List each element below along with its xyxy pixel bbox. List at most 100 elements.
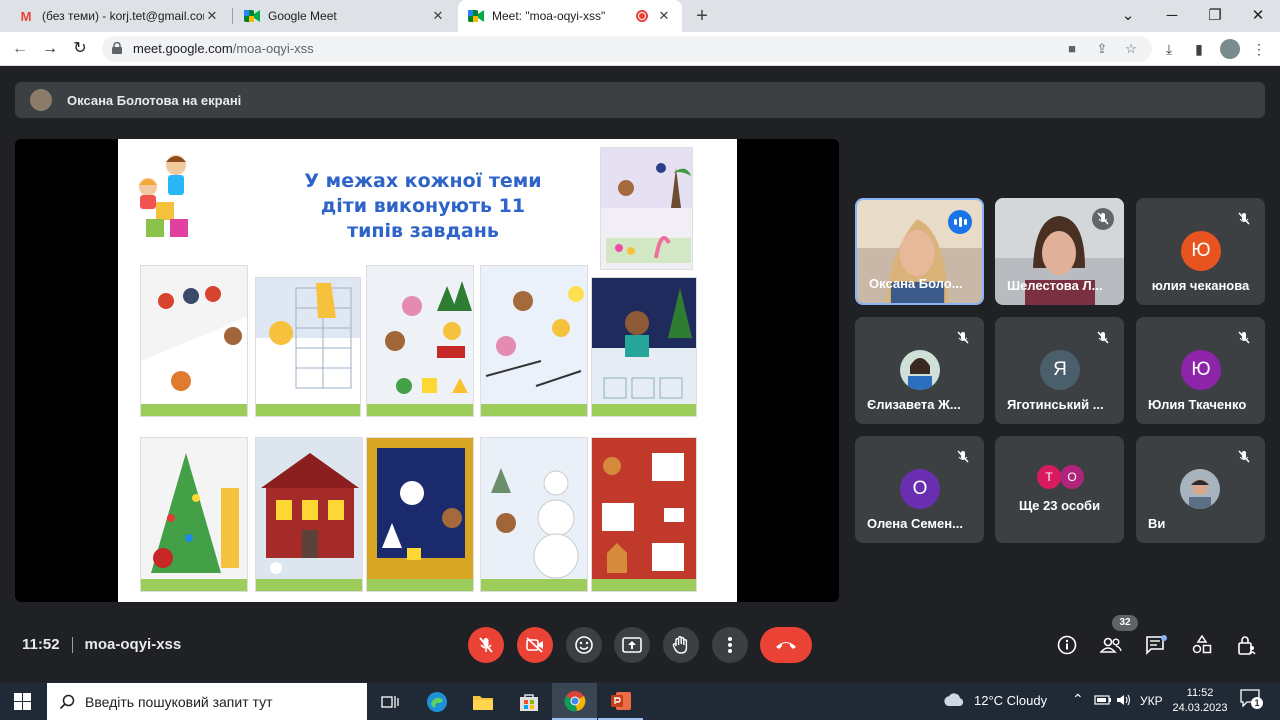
more-vert-icon: [728, 637, 732, 653]
search-icon: [59, 694, 75, 709]
presenter-label: Оксана Болотова на екрані: [67, 92, 242, 108]
maximize-button[interactable]: ❐: [1193, 0, 1237, 32]
taskbar-chrome[interactable]: [552, 683, 597, 720]
side-panel-icon[interactable]: ▮: [1190, 40, 1208, 58]
presenter-banner: Оксана Болотова на екрані: [15, 82, 1265, 118]
notification-count-badge: 1: [1251, 697, 1263, 709]
forward-icon[interactable]: →: [38, 37, 62, 61]
participant-avatar: [1180, 469, 1220, 509]
participant-avatar: Ю: [1181, 350, 1221, 390]
participant-name: Єлизавета Ж...: [867, 397, 961, 412]
taskbar-search-box[interactable]: Введіть пошуковий запит тут: [47, 683, 367, 720]
more-participants-label: Ще 23 особи: [1018, 498, 1101, 513]
worksheet-thumbnail: [591, 437, 697, 592]
worksheet-thumbnail: [480, 265, 588, 417]
participant-tile[interactable]: О Олена Семен...: [855, 436, 984, 543]
tab-google-meet[interactable]: Google Meet ✕: [234, 0, 456, 32]
taskbar-powerpoint[interactable]: [598, 683, 643, 720]
raise-hand-button[interactable]: [663, 627, 699, 663]
tab-search-icon[interactable]: ⌄: [1106, 0, 1150, 32]
camera-toggle-button[interactable]: [517, 627, 553, 663]
menu-dots-icon[interactable]: ⋮: [1250, 40, 1268, 58]
leave-call-button[interactable]: [760, 627, 812, 663]
reload-icon[interactable]: ↻: [68, 37, 92, 61]
minimize-button[interactable]: ─: [1150, 0, 1194, 32]
reactions-button[interactable]: [566, 627, 602, 663]
camera-off-icon: [526, 637, 543, 653]
new-tab-button[interactable]: +: [690, 4, 714, 28]
worksheet-thumbnail: [366, 265, 474, 417]
mic-off-icon: [1092, 208, 1114, 230]
presenter-avatar: [30, 89, 52, 111]
participant-tile[interactable]: Шелестова Л...: [995, 198, 1124, 305]
start-button[interactable]: [0, 683, 45, 720]
microphone-toggle-button[interactable]: [468, 627, 504, 663]
participant-tile[interactable]: Я Яготинський ...: [995, 317, 1124, 424]
host-controls-button[interactable]: [1235, 633, 1259, 657]
close-icon[interactable]: ✕: [204, 8, 220, 24]
present-screen-button[interactable]: [614, 627, 650, 663]
gmail-icon: M: [20, 8, 32, 24]
participant-avatar: Ю: [1181, 231, 1221, 271]
chevron-up-icon[interactable]: ⌃: [1072, 691, 1084, 708]
hand-icon: [672, 636, 688, 654]
self-tile[interactable]: Ви: [1136, 436, 1265, 543]
meeting-time: 11:52: [22, 636, 60, 653]
participant-name: Ви: [1148, 516, 1166, 531]
participant-tile[interactable]: Оксана Боло...: [855, 198, 984, 305]
task-view-button[interactable]: [367, 683, 412, 720]
worksheet-thumbnail: [255, 437, 363, 592]
mic-off-icon: [1233, 327, 1255, 349]
close-window-button[interactable]: ✕: [1236, 0, 1280, 32]
chat-icon: [1146, 635, 1167, 655]
close-icon[interactable]: ✕: [430, 8, 446, 24]
presentation-slide: У межах кожної теми діти виконують 11 ти…: [118, 139, 737, 602]
participant-tile[interactable]: Ю Юлия Ткаченко: [1136, 317, 1265, 424]
meeting-details: 11:52 moa-oqyi-xss: [22, 636, 181, 653]
worksheet-thumbnail: [480, 437, 588, 592]
chat-button[interactable]: [1144, 633, 1168, 657]
back-icon[interactable]: ←: [8, 37, 32, 61]
volume-icon[interactable]: [1116, 693, 1132, 707]
lock-icon: [112, 42, 122, 54]
people-button[interactable]: [1099, 633, 1123, 657]
more-options-button[interactable]: [712, 627, 748, 663]
activities-icon: [1192, 635, 1212, 654]
tab-divider: [232, 8, 233, 24]
worksheet-thumbnail: [366, 437, 474, 592]
taskbar-store[interactable]: [506, 683, 551, 720]
close-icon[interactable]: ✕: [656, 8, 672, 24]
download-icon[interactable]: ⤓: [1160, 40, 1178, 58]
taskbar-file-explorer[interactable]: [460, 683, 505, 720]
tab-gmail[interactable]: M (без теми) - korj.tet@gmail.com ✕: [8, 0, 230, 32]
share-icon[interactable]: ⇪: [1094, 41, 1110, 57]
tab-meet-active[interactable]: Meet: "moa-oqyi-xss" ✕: [458, 0, 682, 32]
participant-tile[interactable]: Ю юлия чеканова: [1136, 198, 1265, 305]
emoji-icon: [575, 636, 593, 654]
recording-icon: [636, 10, 648, 22]
participant-name: Шелестова Л...: [1007, 278, 1103, 293]
weather-text[interactable]: 12°C Cloudy: [974, 693, 1047, 708]
taskbar-edge[interactable]: [414, 683, 459, 720]
activities-button[interactable]: [1190, 633, 1214, 657]
mic-off-icon: [1092, 327, 1114, 349]
meeting-info-button[interactable]: [1055, 633, 1079, 657]
participant-name: Олена Семен...: [867, 516, 963, 531]
camera-icon[interactable]: ■: [1064, 41, 1080, 57]
profile-avatar[interactable]: [1220, 39, 1240, 59]
taskbar-clock[interactable]: 11:52 24.03.2023: [1170, 686, 1230, 716]
input-language[interactable]: УКР: [1140, 694, 1163, 708]
cloudy-weather-icon: [944, 693, 964, 706]
worksheet-thumbnail: [140, 265, 248, 417]
people-count-badge: 32: [1112, 615, 1138, 631]
participant-tile[interactable]: Єлизавета Ж...: [855, 317, 984, 424]
mic-off-icon: [1233, 208, 1255, 230]
address-bar[interactable]: meet.google.com/moa-oqyi-xss ■ ⇪ ☆: [102, 36, 1152, 62]
participant-avatar: О: [900, 469, 940, 509]
search-placeholder: Введіть пошуковий запит тут: [85, 693, 273, 710]
more-participants-tile[interactable]: Т О Ще 23 особи: [995, 436, 1124, 543]
notification-center-button[interactable]: 1: [1240, 689, 1263, 711]
bookmark-star-icon[interactable]: ☆: [1123, 41, 1139, 57]
battery-icon[interactable]: [1094, 694, 1112, 706]
participant-avatar: [900, 350, 940, 390]
